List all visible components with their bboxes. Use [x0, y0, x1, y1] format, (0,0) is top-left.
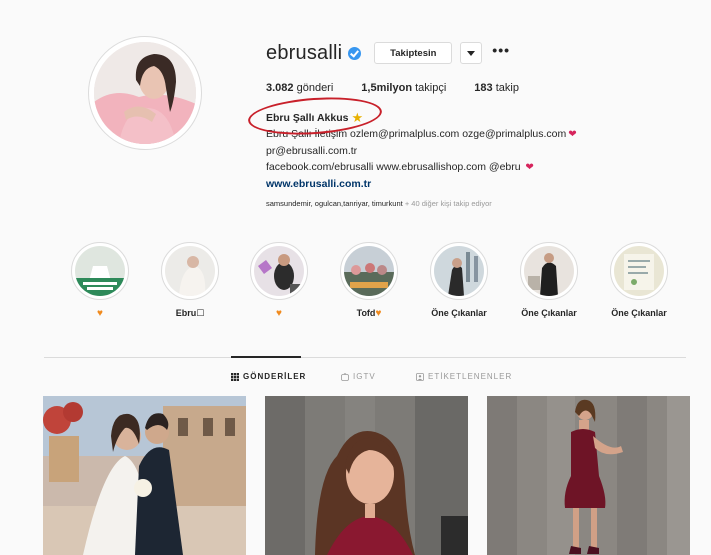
grid-icon	[231, 372, 239, 381]
tab-igtv-label: IGTV	[353, 372, 376, 381]
profile-avatar	[94, 42, 196, 144]
post-image	[265, 396, 468, 555]
followed-by-more: + 40 diğer kişi takip ediyor	[404, 199, 492, 208]
story-highlight[interactable]: ♥	[249, 242, 309, 319]
profile-stats: 3.082 gönderi 1,5milyon takipçi 183 taki…	[266, 82, 547, 94]
followed-by-names: samsundemir, ogulcan,tanriyar, timurkunt	[266, 199, 403, 208]
posts-count: 3.082 gönderi	[266, 82, 333, 94]
post-thumbnail[interactable]	[43, 396, 246, 555]
following-count-value: 183	[474, 82, 493, 94]
followers-count-label: takipçi	[415, 82, 447, 94]
highlight-cover	[524, 246, 574, 296]
bio-line-pr-email: pr@ebrusalli.com.tr	[266, 145, 358, 157]
bio-line-links: facebook.com/ebrusalli www.ebrusallishop…	[266, 159, 577, 176]
post-image	[43, 396, 246, 555]
orange-heart-icon: ♥	[375, 308, 382, 319]
highlight-ring	[161, 242, 219, 300]
story-highlight[interactable]: Tofd♥	[339, 242, 399, 319]
story-highlight[interactable]: ♥	[70, 242, 130, 319]
posts-count-label: gönderi	[296, 82, 334, 94]
highlight-label: Öne Çıkanlar	[521, 308, 577, 318]
story-highlight[interactable]: Öne Çıkanlar	[429, 242, 489, 318]
highlight-label: Öne Çıkanlar	[431, 308, 487, 318]
heart-emoji-icon: ❤	[522, 162, 534, 173]
followers-count-value: 1,5milyon	[361, 82, 413, 94]
highlight-label: Ebru☐	[175, 308, 205, 318]
highlight-ring	[71, 242, 129, 300]
tab-posts-label: GÖNDERİLER	[243, 372, 307, 381]
highlight-ring	[340, 242, 398, 300]
highlight-cover	[75, 246, 125, 296]
followed-by-text[interactable]: samsundemir, ogulcan,tanriyar, timurkunt…	[266, 199, 492, 208]
bio-website-link[interactable]: www.ebrusalli.com.tr	[266, 176, 577, 192]
profile-header-row: ebrusalli Takiptesin •••	[266, 40, 510, 66]
tab-tagged[interactable]: ETİKETLENENLER	[416, 372, 512, 381]
bio-line-links-text: facebook.com/ebrusalli www.ebrusallishop…	[266, 161, 521, 173]
more-options-button[interactable]: •••	[492, 43, 510, 57]
profile-avatar-ring[interactable]	[88, 36, 202, 150]
highlight-ring	[430, 242, 488, 300]
highlight-label: Tofd♥	[356, 308, 382, 319]
followers-count[interactable]: 1,5milyon takipçi	[361, 82, 446, 94]
tab-tagged-label: ETİKETLENENLER	[428, 372, 513, 381]
tab-igtv[interactable]: IGTV	[341, 372, 376, 381]
highlight-ring	[610, 242, 668, 300]
highlight-cover	[165, 246, 215, 296]
heart-emoji-icon: ❤	[568, 129, 577, 140]
profile-username: ebrusalli	[266, 41, 343, 64]
highlight-label: ♥	[70, 308, 130, 319]
story-highlight[interactable]: Öne Çıkanlar	[609, 242, 669, 318]
posts-count-value: 3.082	[266, 82, 294, 94]
following-count[interactable]: 183 takip	[474, 82, 519, 94]
post-thumbnail[interactable]	[265, 396, 468, 555]
suggestions-dropdown-button[interactable]	[460, 42, 483, 64]
chevron-down-icon	[467, 50, 476, 56]
post-image	[487, 396, 690, 555]
orange-heart-icon: ♥	[276, 308, 282, 319]
tab-posts[interactable]: GÖNDERİLER	[231, 372, 306, 381]
highlight-cover	[344, 246, 394, 296]
highlight-ring	[520, 242, 578, 300]
active-tab-indicator	[231, 356, 301, 358]
orange-heart-icon: ♥	[97, 308, 103, 319]
story-highlight[interactable]: Öne Çıkanlar	[519, 242, 579, 318]
highlight-cover	[434, 246, 484, 296]
following-button[interactable]: Takiptesin	[374, 42, 453, 64]
story-highlight[interactable]: Ebru☐	[160, 242, 220, 319]
tabs-divider	[44, 357, 686, 358]
highlight-cover	[254, 246, 304, 296]
igtv-icon	[341, 372, 349, 381]
following-count-label: takip	[495, 82, 519, 94]
highlight-cover	[614, 246, 664, 296]
highlight-label: ♥	[249, 308, 309, 319]
post-thumbnail[interactable]	[487, 396, 690, 555]
tag-person-icon	[416, 372, 424, 381]
highlight-ring	[250, 242, 308, 300]
verified-badge-icon	[348, 46, 362, 60]
highlight-label: Öne Çıkanlar	[611, 308, 667, 318]
